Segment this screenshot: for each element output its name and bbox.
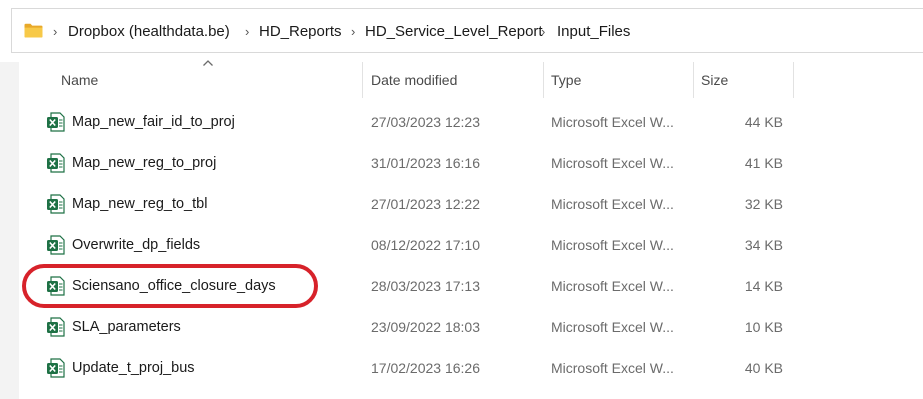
file-name: Map_new_fair_id_to_proj (72, 114, 235, 130)
file-name: Map_new_reg_to_tbl (72, 196, 208, 212)
file-row[interactable]: SLA_parameters 23/09/2022 18:03 Microsof… (40, 307, 810, 347)
file-name: Map_new_reg_to_proj (72, 155, 217, 171)
file-date-modified: 23/09/2022 18:03 (371, 319, 480, 335)
breadcrumb-item-hd-service-level-report[interactable]: HD_Service_Level_Report (365, 9, 543, 54)
file-size: 32 KB (744, 196, 783, 212)
breadcrumb-item-input-files[interactable]: Input_Files (557, 9, 630, 54)
highlight-annotation (22, 264, 318, 308)
breadcrumb-item-hd-reports[interactable]: HD_Reports (259, 9, 342, 54)
file-type: Microsoft Excel W... (551, 237, 674, 253)
excel-file-icon (47, 153, 65, 173)
file-explorer-window: › Dropbox (healthdata.be) › HD_Reports ›… (0, 0, 923, 399)
file-type: Microsoft Excel W... (551, 360, 674, 376)
file-row[interactable]: Map_new_fair_id_to_proj 27/03/2023 12:23… (40, 102, 810, 142)
file-size: 34 KB (744, 237, 783, 253)
file-size: 40 KB (744, 360, 783, 376)
file-type: Microsoft Excel W... (551, 114, 674, 130)
excel-file-icon (47, 194, 65, 214)
excel-file-icon (47, 317, 65, 337)
navigation-pane-edge (0, 62, 19, 399)
file-size: 44 KB (744, 114, 783, 130)
file-row[interactable]: Map_new_reg_to_tbl 27/01/2023 12:22 Micr… (40, 184, 810, 224)
column-divider[interactable] (793, 62, 794, 98)
folder-icon (24, 23, 43, 38)
file-size: 14 KB (744, 278, 783, 294)
file-row[interactable]: Map_new_reg_to_proj 31/01/2023 16:16 Mic… (40, 143, 810, 183)
file-row[interactable]: Overwrite_dp_fields 08/12/2022 17:10 Mic… (40, 225, 810, 265)
breadcrumb-item-dropbox[interactable]: Dropbox (healthdata.be) (68, 9, 230, 54)
file-type: Microsoft Excel W... (551, 278, 674, 294)
excel-file-icon (47, 358, 65, 378)
breadcrumb-separator-icon: › (541, 24, 546, 39)
excel-file-icon (47, 235, 65, 255)
column-header-date-modified[interactable]: Date modified (371, 62, 457, 98)
breadcrumb-separator-icon: › (245, 24, 250, 39)
column-divider[interactable] (693, 62, 694, 98)
file-date-modified: 17/02/2023 16:26 (371, 360, 480, 376)
file-size: 41 KB (744, 155, 783, 171)
file-date-modified: 27/01/2023 12:22 (371, 196, 480, 212)
address-bar[interactable]: › Dropbox (healthdata.be) › HD_Reports ›… (11, 8, 923, 53)
file-name: Overwrite_dp_fields (72, 237, 201, 253)
breadcrumb-separator-icon: › (351, 24, 356, 39)
file-name: Update_t_proj_bus (72, 360, 195, 376)
column-divider[interactable] (543, 62, 544, 98)
sort-up-caret-icon (203, 60, 213, 66)
file-size: 10 KB (744, 319, 783, 335)
file-type: Microsoft Excel W... (551, 196, 674, 212)
file-date-modified: 08/12/2022 17:10 (371, 237, 480, 253)
file-row[interactable]: Update_t_proj_bus 17/02/2023 16:26 Micro… (40, 348, 810, 388)
column-header-type[interactable]: Type (551, 62, 581, 98)
column-divider[interactable] (362, 62, 363, 98)
file-name: SLA_parameters (72, 319, 181, 335)
file-type: Microsoft Excel W... (551, 319, 674, 335)
excel-file-icon (47, 112, 65, 132)
column-header-name[interactable]: Name (61, 62, 98, 98)
file-type: Microsoft Excel W... (551, 155, 674, 171)
file-date-modified: 28/03/2023 17:13 (371, 278, 480, 294)
file-date-modified: 27/03/2023 12:23 (371, 114, 480, 130)
file-date-modified: 31/01/2023 16:16 (371, 155, 480, 171)
column-header-size[interactable]: Size (701, 62, 728, 98)
breadcrumb-separator-icon: › (53, 24, 58, 39)
